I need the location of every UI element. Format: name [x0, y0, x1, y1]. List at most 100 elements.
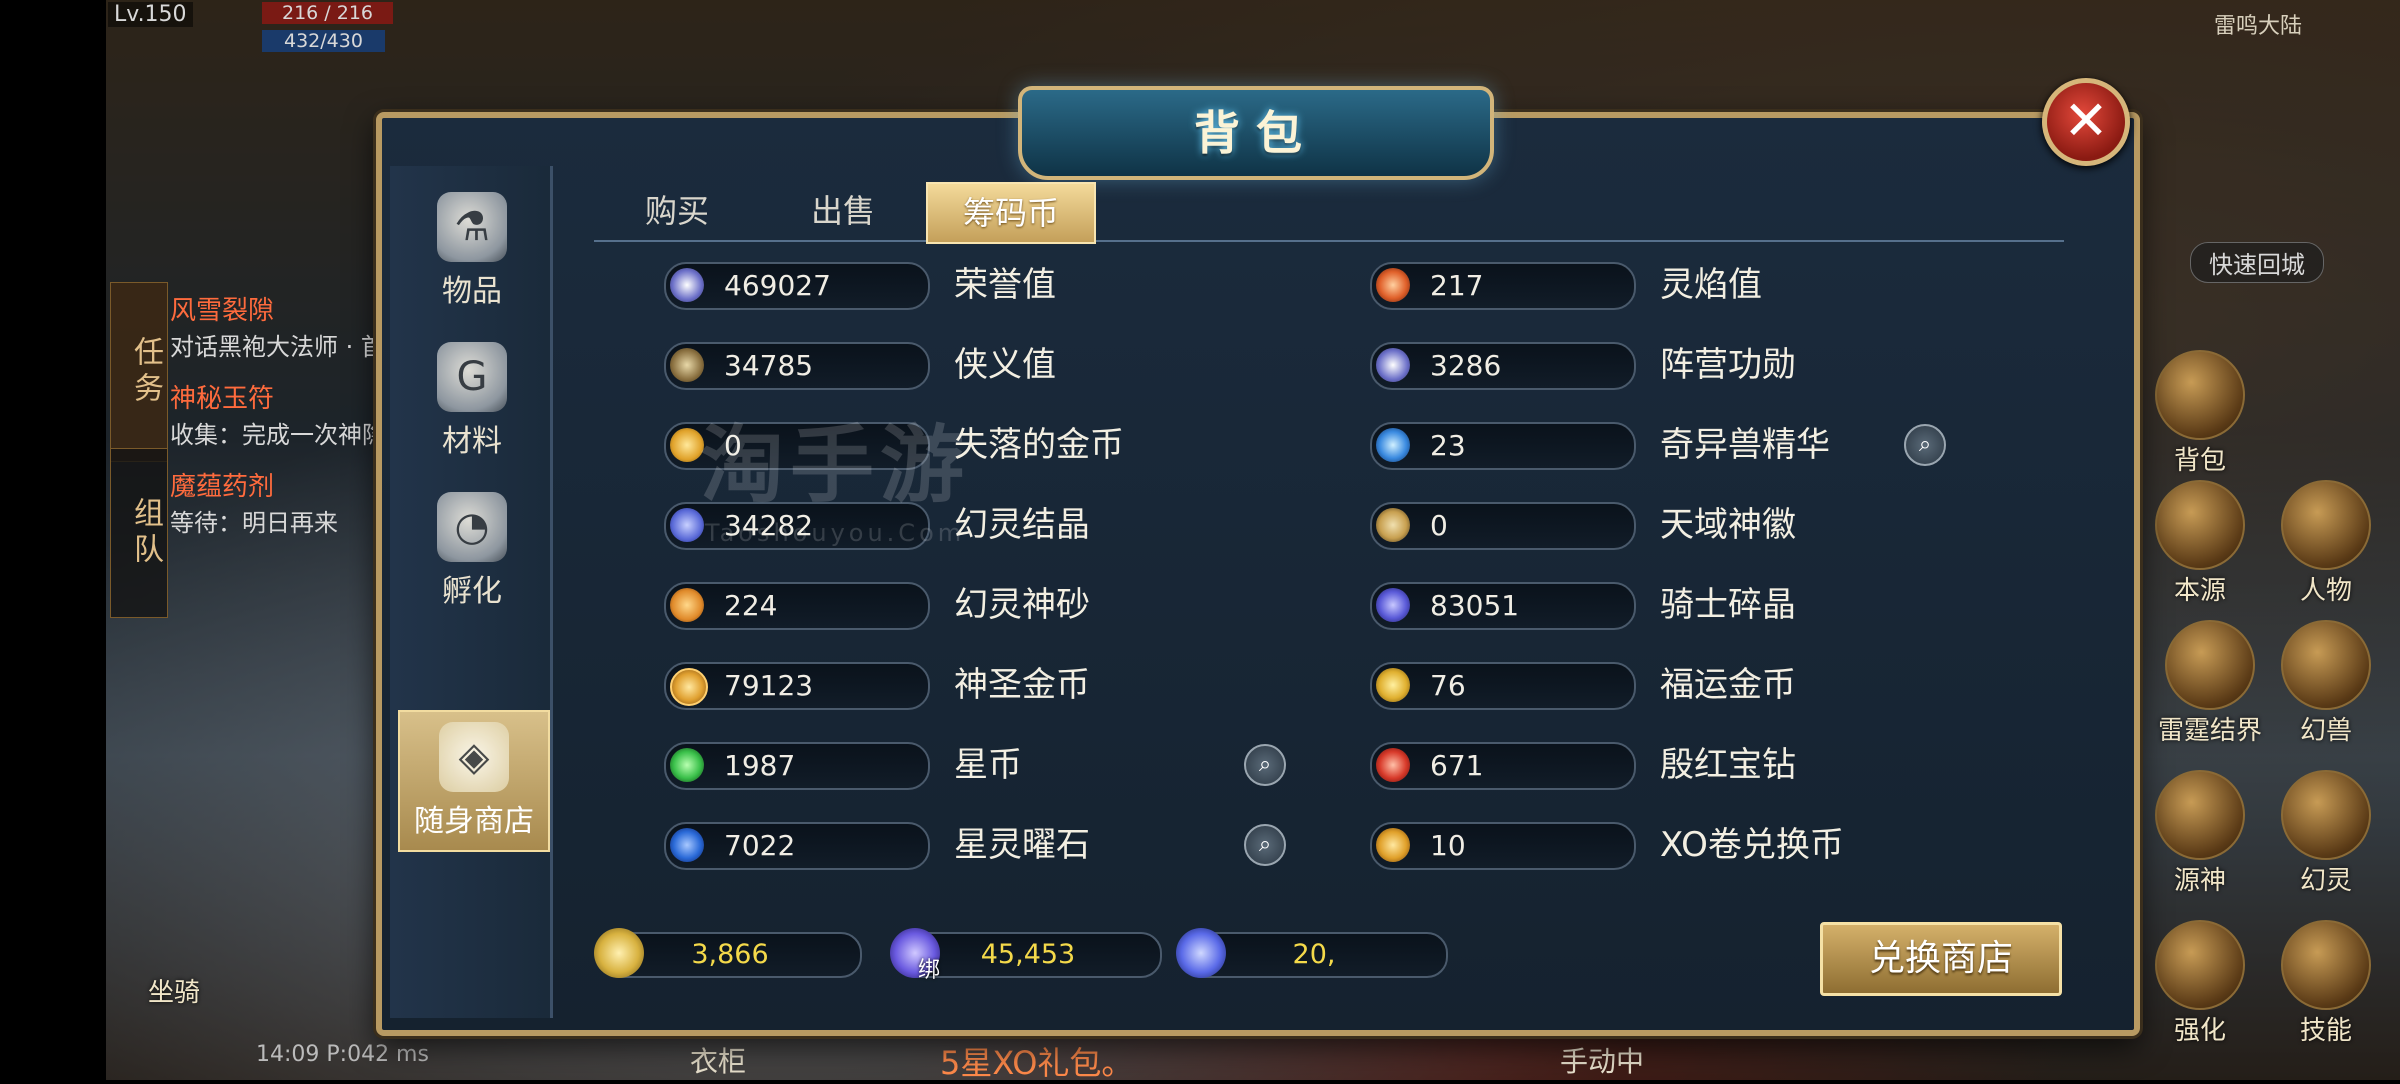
unicorn-icon [2281, 620, 2371, 710]
currency-value-pill: 469027 [664, 262, 930, 310]
beast-essence-icon [1376, 428, 1410, 462]
potion-icon: ⚗ [437, 192, 507, 262]
currency-name: 失落的金币 [954, 425, 1124, 465]
quest-title: 魔蕴药剂 [170, 472, 275, 502]
currency-name: 天域神徽 [1660, 505, 1796, 545]
category-items[interactable]: ⚗ 物品 [398, 182, 546, 322]
category-materials[interactable]: G 材料 [398, 332, 546, 472]
map-name: 雷鸣大陆 [2214, 14, 2303, 39]
egg-icon: ◔ [437, 492, 507, 562]
currency-value-pill: 76 [1370, 662, 1636, 710]
currency-value-pill: 83051 [1370, 582, 1636, 630]
currency-value-pill: 1987 [664, 742, 930, 790]
quest-tab[interactable]: 任务 [110, 282, 168, 462]
thunder-icon [2165, 620, 2255, 710]
crossed-swords-icon [670, 348, 704, 382]
dialog-title: 背包 [1194, 106, 1318, 160]
tab-buy[interactable]: 购买 [594, 182, 760, 240]
quest-title: 神秘玉符 [170, 384, 275, 414]
spirit-icon [2281, 770, 2371, 860]
tab-chips[interactable]: 筹码币 [926, 182, 1096, 244]
close-button[interactable]: ✕ [2042, 78, 2130, 166]
hourglass-icon [670, 588, 704, 622]
skills-button[interactable]: 技能 [2276, 920, 2376, 1047]
quest-item[interactable]: 风雪裂隙 对话黑袍大法师 · 首 [170, 290, 385, 362]
currency-name: 星灵曜石 [954, 825, 1090, 865]
team-tab[interactable]: 组队 [110, 448, 168, 618]
quest-item[interactable]: 神秘玉符 收集：完成一次神隐 [170, 378, 386, 450]
origin-button[interactable]: 本源 [2150, 480, 2250, 607]
quest-item[interactable]: 魔蕴药剂 等待：明日再来 [170, 466, 338, 538]
material-icon: G [437, 342, 507, 412]
dialog-title-plate: 背包 [1018, 86, 1494, 180]
tab-sell[interactable]: 出售 [760, 182, 926, 240]
camp-merit-icon [1376, 348, 1410, 382]
currency-value-pill: 7022 [664, 822, 930, 870]
holy-coin-icon [670, 668, 708, 706]
currency-name: 殷红宝钻 [1660, 745, 1796, 785]
hp-bar: 216 / 216 [262, 2, 394, 24]
character-icon [2281, 480, 2371, 570]
currency-name: XO卷兑换币 [1660, 825, 1844, 865]
currency-name: 幻灵结晶 [954, 505, 1090, 545]
gold-balance: 3,866 [594, 928, 862, 978]
flame-icon [1376, 268, 1410, 302]
crystal-icon [670, 508, 704, 542]
search-icon[interactable]: ⌕ [1244, 744, 1286, 786]
auto-mode-indicator[interactable]: 手动中 [1560, 1040, 1644, 1080]
currency-name: 奇异兽精华 [1660, 425, 1830, 465]
mount-button[interactable]: 坐骑 [124, 972, 224, 1009]
time-ping: 14:09 P:042 ms [256, 1042, 429, 1067]
category-portable-shop[interactable]: ◈ 随身商店 [398, 710, 550, 852]
quest-desc: 对话黑袍大法师 · 首 [170, 333, 385, 361]
currency-value-pill: 34785 [664, 342, 930, 390]
promo-text: 5星XO礼包。 [940, 1044, 1134, 1082]
phantom-spirit-button[interactable]: 幻灵 [2276, 770, 2376, 897]
currency-value-pill: 0 [1370, 502, 1636, 550]
enhance-button[interactable]: 强化 [2150, 920, 2250, 1047]
diamond-balance: 20, [1176, 928, 1448, 978]
player-level: Lv.150 [108, 2, 193, 27]
currency-value-pill: 217 [1370, 262, 1636, 310]
currency-name: 神圣金币 [954, 665, 1090, 705]
mp-bar: 432/430 [262, 30, 385, 52]
skill-book-icon [2281, 920, 2371, 1010]
quest-desc: 收集：完成一次神隐 [170, 421, 386, 449]
category-sidebar: ⚗ 物品 G 材料 ◔ 孵化 ◈ 随身商店 [390, 166, 553, 1018]
category-hatch[interactable]: ◔ 孵化 [398, 482, 546, 622]
emblem-icon [1376, 508, 1410, 542]
search-icon[interactable]: ⌕ [1244, 824, 1286, 866]
currency-value-pill: 3286 [1370, 342, 1636, 390]
currency-value-pill: 79123 [664, 662, 930, 710]
backpack-button[interactable]: 背包 [2150, 350, 2250, 477]
currency-value-pill: 671 [1370, 742, 1636, 790]
origin-icon [2155, 480, 2245, 570]
currency-value-pill: 224 [664, 582, 930, 630]
currency-name: 侠义值 [954, 345, 1056, 385]
exchange-shop-button[interactable]: 兑换商店 [1820, 922, 2062, 996]
search-icon[interactable]: ⌕ [1904, 424, 1946, 466]
watermark: 淘手游 Taoshouyou.Com [700, 416, 971, 547]
tab-bar: 购买 出售 筹码币 [594, 182, 2064, 244]
knight-shard-icon [1376, 588, 1410, 622]
currency-value-pill: 23 [1370, 422, 1636, 470]
wardrobe-button[interactable]: 衣柜 [690, 1040, 746, 1080]
enhance-icon [2155, 920, 2245, 1010]
currency-grid: 469027 荣誉值 34785 侠义值 0 失落的金币 34282 幻灵结晶 … [594, 262, 2064, 966]
thunder-barrier-button[interactable]: 雷霆结界 [2150, 620, 2270, 747]
quest-title: 风雪裂隙 [170, 296, 275, 326]
currency-name: 灵焰值 [1660, 265, 1762, 305]
quick-return-button[interactable]: 快速回城 [2190, 242, 2324, 283]
source-god-button[interactable]: 源神 [2150, 770, 2250, 897]
currency-name: 星币 [954, 745, 1022, 785]
bound-diamond-balance: 绑 45,453 [890, 928, 1162, 983]
phantom-beast-button[interactable]: 幻兽 [2276, 620, 2376, 747]
close-icon: ✕ [2063, 89, 2109, 152]
character-button[interactable]: 人物 [2276, 480, 2376, 607]
currency-name: 荣誉值 [954, 265, 1056, 305]
gold-coin-icon [670, 428, 704, 462]
currency-name: 福运金币 [1660, 665, 1796, 705]
shop-icon: ◈ [439, 722, 509, 792]
fortune-coin-icon [1376, 668, 1410, 702]
backpack-icon [2155, 350, 2245, 440]
